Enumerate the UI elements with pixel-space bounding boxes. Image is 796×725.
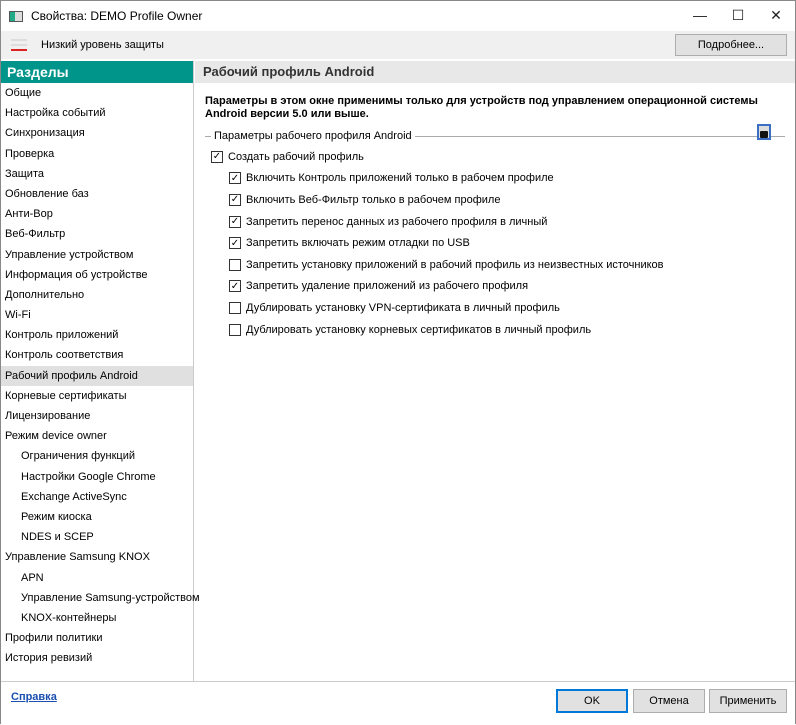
option-checkbox[interactable]: Дублировать установку корневых сертифика… [195,319,795,341]
info-note: Параметры в этом окне применимы только д… [205,95,758,120]
checkbox-icon[interactable] [229,258,241,271]
sidebar-item[interactable]: Контроль соответствия [1,345,193,365]
option-checkbox[interactable]: ✓ Запретить включать режим отладки по USB [195,232,795,254]
sidebar-item[interactable]: Дополнительно [1,285,193,305]
checkbox-icon[interactable]: ✓ [229,172,241,185]
sections-sidebar: Разделы Общие Настройка событий Синхрониза… [1,61,200,681]
sidebar-item[interactable]: Управление Samsung-устройством [1,588,200,608]
title-bar: Свойства: DEMO Profile Owner [1,1,795,31]
checkbox-icon[interactable]: ✓ [229,237,241,250]
checkbox-label: Дублировать установку VPN-сертификата в … [246,301,560,314]
sidebar-item[interactable]: Обновление баз [1,184,193,204]
checkbox-label: Включить Контроль приложений только в ра… [246,172,554,185]
sidebar-item[interactable]: Exchange ActiveSync [1,487,193,507]
checkbox-label: Запретить установку приложений в рабочий… [246,258,664,271]
protection-level-label: Низкий уровень защиты [41,39,164,51]
sidebar-item[interactable]: Режим киоска [1,507,193,527]
sidebar-item[interactable]: История ревизий [1,648,193,668]
toolbar: Низкий уровень защиты Подробнее... [1,31,795,59]
sidebar-item[interactable]: APN [1,568,193,588]
sidebar-item[interactable]: Информация об устройстве [1,265,193,285]
sidebar-item[interactable]: Анти-Вор [1,204,193,224]
apply-button[interactable]: Применить [709,689,787,713]
checkbox-label: Запретить удаление приложений из рабочег… [246,280,529,293]
checkbox-icon[interactable]: ✓ [229,193,241,206]
sidebar-item[interactable]: Общие [1,83,193,103]
maximize-button[interactable]: ☐ [719,1,757,29]
create-profile-checkbox[interactable]: ✓ Создать рабочий профиль [195,146,795,168]
checkbox-icon[interactable] [229,323,241,336]
sidebar-item[interactable]: Настройка событий [1,103,193,123]
checkbox-label: Запретить включать режим отладки по USB [246,237,470,250]
main-panel: Рабочий профиль Android Параметры в этом… [195,61,795,681]
sidebar-item[interactable]: Ограничения функций [1,446,193,466]
sidebar-item[interactable]: Режим device owner [1,426,193,446]
sidebar-item[interactable]: Веб-Фильтр [1,224,193,244]
help-link[interactable]: Справка [11,691,57,703]
sidebar-item[interactable]: Рабочий профиль Android [1,365,193,386]
checkbox-icon[interactable]: ✓ [229,280,241,293]
sidebar-item[interactable]: Контроль приложений [1,325,193,345]
sidebar-item[interactable]: KNOX-контейнеры [1,608,193,628]
cancel-button[interactable]: Отмена [633,689,705,713]
protection-level-icon [11,39,27,51]
minimize-button[interactable]: — [681,1,719,29]
checkbox-label: Создать рабочий профиль [228,150,364,163]
option-checkbox[interactable]: ✓ Включить Веб-Фильтр только в рабочем пр… [195,189,795,211]
sidebar-item[interactable]: Лицензирование [1,406,193,426]
footer: Справка OK Отмена Применить [1,681,795,725]
sidebar-item[interactable]: Защита [1,164,193,184]
app-icon [9,10,23,22]
group-label: Параметры рабочего профиля Android [214,130,412,142]
sidebar-header: Разделы [1,61,193,83]
checkbox-icon[interactable]: ✓ [211,150,223,163]
lock-icon[interactable] [757,124,771,140]
sidebar-item[interactable]: Профили политики [1,628,193,648]
ok-button[interactable]: OK [556,689,628,713]
checkbox-label: Включить Веб-Фильтр только в рабочем про… [246,193,501,206]
checkbox-label: Запретить перенос данных из рабочего про… [246,215,548,228]
more-details-button[interactable]: Подробнее... [675,34,787,56]
sidebar-item[interactable]: Проверка [1,144,193,164]
sidebar-item[interactable]: Управление Samsung KNOX [1,547,193,567]
sidebar-item[interactable]: Корневые сертификаты [1,386,193,406]
sidebar-item[interactable]: Управление устройством [1,245,193,265]
option-checkbox[interactable]: ✓ Запретить удаление приложений из рабоче… [195,276,795,298]
window-title: Свойства: DEMO Profile Owner [31,9,203,23]
checkbox-icon[interactable]: ✓ [229,215,241,228]
option-checkbox[interactable]: Запретить установку приложений в рабочий… [195,254,795,276]
option-checkbox[interactable]: Дублировать установку VPN-сертификата в … [195,297,795,319]
sidebar-item[interactable]: Синхронизация [1,123,193,143]
group-header: Параметры рабочего профиля Android [205,124,785,143]
page-title: Рабочий профиль Android [195,61,795,83]
sidebar-item[interactable]: NDES и SCEP [1,527,193,547]
sidebar-item[interactable]: Wi-Fi [1,305,193,325]
sidebar-item[interactable]: Настройки Google Chrome [1,467,193,487]
checkbox-icon[interactable] [229,301,241,314]
option-checkbox[interactable]: ✓ Запретить перенос данных из рабочего пр… [195,211,795,233]
close-button[interactable]: ✕ [757,1,795,29]
option-checkbox[interactable]: ✓ Включить Контроль приложений только в р… [195,168,795,190]
checkbox-label: Дублировать установку корневых сертифика… [246,323,592,336]
